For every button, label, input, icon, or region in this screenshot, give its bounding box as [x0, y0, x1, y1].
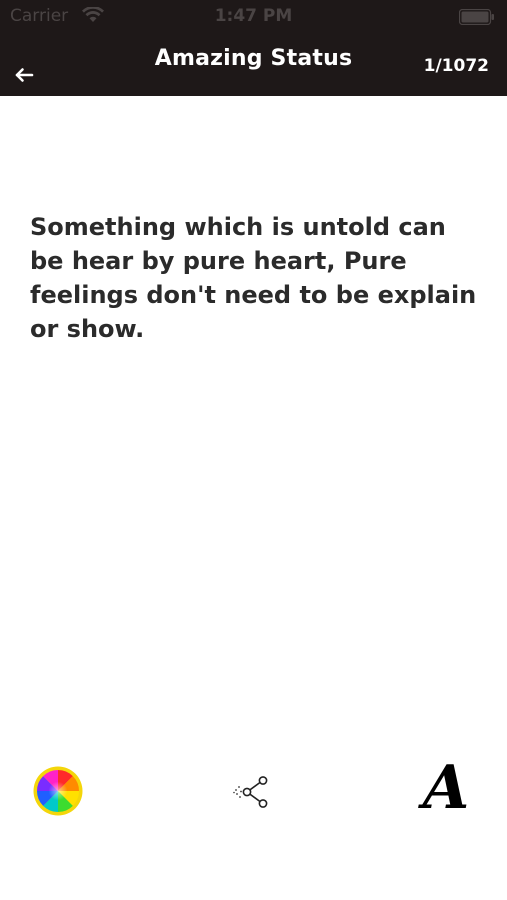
- status-quote-text: Something which is untold can be hear by…: [30, 213, 477, 343]
- bottom-toolbar: A: [0, 754, 507, 824]
- screen: Carrier 1:47 PM Amazing Status 1/1072 So…: [0, 0, 507, 900]
- share-icon: [233, 776, 268, 808]
- color-wheel-icon: [33, 766, 83, 816]
- font-icon: A: [422, 753, 470, 823]
- nav-bar: Amazing Status 1/1072: [0, 36, 507, 96]
- page-counter: 1/1072: [423, 56, 489, 76]
- color-picker-button[interactable]: [32, 765, 84, 817]
- status-time: 1:47 PM: [214, 6, 293, 26]
- share-button[interactable]: [232, 772, 274, 812]
- status-bar: Carrier 1:47 PM: [0, 0, 507, 36]
- top-bar: Carrier 1:47 PM Amazing Status 1/1072: [0, 0, 507, 96]
- battery-icon: [459, 9, 494, 25]
- font-style-button[interactable]: A: [412, 754, 480, 822]
